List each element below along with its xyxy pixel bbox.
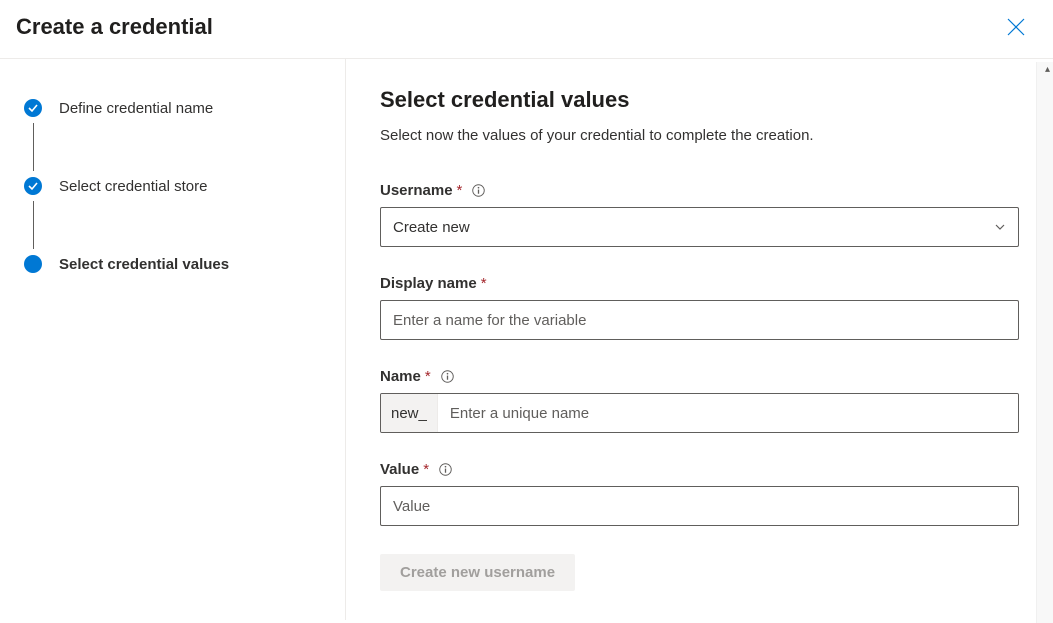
name-input-wrapper: new_ — [380, 393, 1019, 433]
info-icon[interactable] — [472, 184, 485, 197]
name-input[interactable] — [438, 394, 1018, 432]
required-asterisk: * — [425, 368, 431, 385]
username-dropdown[interactable]: Create new — [380, 207, 1019, 247]
field-label-name: Name * — [380, 368, 1019, 385]
field-label-username: Username * — [380, 182, 1019, 199]
info-icon[interactable] — [441, 370, 454, 383]
close-button[interactable] — [1007, 18, 1025, 36]
panel-subtitle: Select now the values of your credential… — [380, 127, 1019, 144]
vertical-scrollbar[interactable]: ▴ — [1036, 62, 1053, 623]
step-connector — [33, 201, 34, 249]
info-icon[interactable] — [439, 463, 452, 476]
label-text: Name — [380, 368, 421, 385]
field-label-value: Value * — [380, 461, 1019, 478]
required-asterisk: * — [457, 182, 463, 199]
chevron-down-icon — [994, 221, 1006, 233]
field-group-display-name: Display name * — [380, 275, 1019, 340]
field-group-value: Value * — [380, 461, 1019, 526]
dialog-body: Define credential name Select credential… — [0, 59, 1053, 620]
display-name-input[interactable] — [380, 300, 1019, 340]
step-define-credential-name[interactable]: Define credential name — [24, 99, 315, 117]
required-asterisk: * — [481, 275, 487, 292]
step-label: Define credential name — [59, 100, 213, 117]
step-indicator-completed — [24, 177, 42, 195]
step-connector — [33, 123, 34, 171]
name-prefix: new_ — [381, 394, 438, 432]
label-text: Display name — [380, 275, 477, 292]
check-icon — [28, 181, 38, 191]
required-asterisk: * — [423, 461, 429, 478]
dialog-title: Create a credential — [16, 14, 213, 40]
dropdown-value: Create new — [393, 219, 470, 236]
label-text: Value — [380, 461, 419, 478]
step-label: Select credential values — [59, 256, 229, 273]
step-select-credential-values[interactable]: Select credential values — [24, 255, 315, 273]
label-text: Username — [380, 182, 453, 199]
main-panel: Select credential values Select now the … — [346, 59, 1053, 620]
step-select-credential-store[interactable]: Select credential store — [24, 177, 315, 195]
step-indicator-completed — [24, 99, 42, 117]
dialog-header: Create a credential — [0, 0, 1053, 59]
wizard-steps-sidebar: Define credential name Select credential… — [0, 59, 346, 620]
field-label-display-name: Display name * — [380, 275, 1019, 292]
field-group-name: Name * new_ — [380, 368, 1019, 433]
panel-title: Select credential values — [380, 87, 1019, 113]
close-icon — [1007, 18, 1025, 36]
value-input[interactable] — [380, 486, 1019, 526]
field-group-username: Username * Create new — [380, 182, 1019, 247]
step-indicator-current — [24, 255, 42, 273]
step-label: Select credential store — [59, 178, 207, 195]
scroll-up-arrow-icon: ▴ — [1045, 64, 1050, 75]
check-icon — [28, 103, 38, 113]
create-new-username-button: Create new username — [380, 554, 575, 591]
